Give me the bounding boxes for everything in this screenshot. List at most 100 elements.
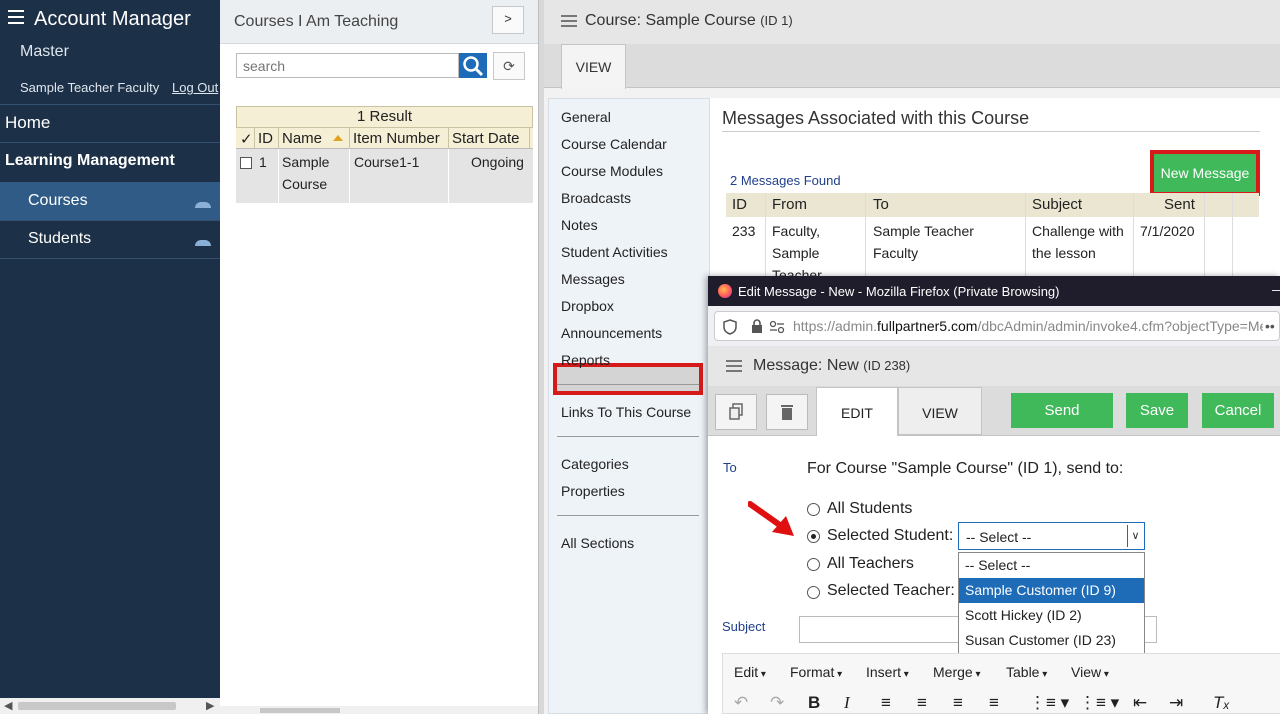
option-sample-customer[interactable]: Sample Customer (ID 9) [959, 578, 1144, 603]
column-id[interactable]: ID [258, 130, 273, 147]
option-scott-hickey[interactable]: Scott Hickey (ID 2) [959, 603, 1144, 628]
horizontal-scrollbar[interactable]: ◀ ▶ [0, 698, 220, 714]
message-subject-line1[interactable]: Challenge with [1032, 220, 1124, 242]
option-susan-customer[interactable]: Susan Customer (ID 23) [959, 628, 1144, 653]
tab-view[interactable]: VIEW [561, 44, 626, 89]
column-sent[interactable]: Sent [1164, 196, 1195, 213]
column-to[interactable]: To [873, 196, 889, 213]
lock-icon[interactable] [751, 319, 763, 334]
horizontal-scrollbar[interactable] [220, 706, 538, 714]
url-field[interactable]: https://admin.fullpartner5.com/dbcAdmin/… [714, 311, 1280, 341]
menu-icon[interactable] [561, 15, 577, 30]
column-name[interactable]: Name [282, 130, 322, 147]
align-center-icon[interactable]: ≡ [917, 693, 927, 713]
save-button[interactable]: Save [1126, 393, 1188, 428]
bold-icon[interactable]: B [808, 693, 820, 713]
sidenav-links-to-this-course[interactable]: Links To This Course [561, 404, 691, 420]
clear-format-icon[interactable]: Tₓ [1213, 693, 1230, 713]
sidenav-course-modules[interactable]: Course Modules [561, 163, 663, 179]
redo-icon[interactable]: ↷ [770, 693, 784, 713]
tab-view[interactable]: VIEW [898, 387, 982, 435]
menu-format[interactable]: Format [790, 664, 842, 680]
tab-edit[interactable]: EDIT [816, 387, 898, 436]
permissions-icon[interactable] [769, 320, 785, 334]
align-right-icon[interactable]: ≡ [953, 693, 963, 713]
italic-icon[interactable]: I [844, 693, 850, 713]
expand-button[interactable]: > [492, 6, 524, 34]
refresh-button[interactable]: ⟳ [493, 52, 525, 80]
sidenav-student-activities[interactable]: Student Activities [561, 244, 668, 260]
search-input[interactable] [236, 53, 459, 78]
radio-all-students-label[interactable]: All Students [827, 500, 912, 518]
search-button[interactable] [459, 53, 487, 78]
chevron-down-icon[interactable]: ∨ [1127, 525, 1143, 547]
student-select[interactable]: -- Select -- ∨ [958, 522, 1145, 550]
sidenav-dropbox[interactable]: Dropbox [561, 298, 614, 314]
scroll-left-icon[interactable]: ◀ [4, 699, 12, 712]
sidebar-item-courses-label[interactable]: Courses [28, 192, 88, 210]
scroll-thumb[interactable] [260, 708, 340, 713]
table-row[interactable]: 1 Sample Course Course1-1 Ongoing [236, 149, 533, 203]
sidebar-item-students[interactable]: Students [28, 230, 91, 248]
indent-icon[interactable]: ⇥ [1169, 693, 1183, 713]
radio-all-students[interactable] [807, 503, 820, 516]
nav-home[interactable]: Home [5, 113, 50, 133]
column-item-number[interactable]: Item Number [353, 130, 440, 147]
sidenav-messages[interactable]: Messages [561, 271, 625, 287]
sidenav-notes[interactable]: Notes [561, 217, 598, 233]
sidenav-reports[interactable]: Reports [561, 352, 610, 368]
column-id[interactable]: ID [732, 196, 747, 213]
message-subject-line2[interactable]: the lesson [1032, 242, 1096, 264]
row-checkbox[interactable] [240, 157, 252, 169]
scroll-right-icon[interactable]: ▶ [206, 699, 214, 712]
minimize-icon[interactable]: — [1272, 282, 1280, 297]
shield-icon[interactable] [723, 319, 737, 335]
undo-icon[interactable]: ↶ [734, 693, 748, 713]
radio-selected-teacher-label[interactable]: Selected Teacher: [827, 582, 955, 600]
sidenav-categories[interactable]: Categories [561, 456, 629, 472]
sidenav-course-calendar[interactable]: Course Calendar [561, 136, 667, 152]
sidenav-announcements[interactable]: Announcements [561, 325, 662, 341]
radio-selected-student-label[interactable]: Selected Student: [827, 527, 953, 545]
radio-all-teachers-label[interactable]: All Teachers [827, 555, 914, 573]
delete-button[interactable] [766, 394, 808, 430]
row-name-line1[interactable]: Sample [282, 151, 329, 173]
menu-edit[interactable]: Edit [734, 664, 766, 680]
divider [0, 220, 220, 221]
nav-section-learning-management[interactable]: Learning Management [5, 152, 175, 170]
copy-button[interactable] [715, 394, 757, 430]
logout-link[interactable]: Log Out [172, 80, 218, 95]
radio-all-teachers[interactable] [807, 558, 820, 571]
send-button[interactable]: Send [1011, 393, 1113, 428]
menu-view[interactable]: View [1071, 664, 1109, 680]
radio-selected-student[interactable] [807, 530, 820, 543]
table-row[interactable]: 233 Faculty, Sample Teacher Sample Teach… [726, 218, 1259, 283]
numbered-list-icon[interactable]: ⋮≡ ▾ [1079, 693, 1119, 713]
cancel-button[interactable]: Cancel [1202, 393, 1274, 428]
new-message-button[interactable]: New Message [1154, 154, 1256, 192]
align-justify-icon[interactable]: ≡ [989, 693, 999, 713]
column-from[interactable]: From [772, 196, 807, 213]
menu-table[interactable]: Table [1006, 664, 1047, 680]
scroll-thumb[interactable] [18, 702, 176, 710]
sidenav-broadcasts[interactable]: Broadcasts [561, 190, 631, 206]
sidenav-general[interactable]: General [561, 109, 611, 125]
menu-merge[interactable]: Merge [933, 664, 981, 680]
sidenav-properties[interactable]: Properties [561, 483, 625, 499]
menu-icon[interactable] [726, 360, 742, 375]
row-name-line2[interactable]: Course [282, 173, 327, 195]
align-left-icon[interactable]: ≡ [881, 693, 891, 713]
column-check[interactable]: ✓ [240, 130, 253, 148]
menu-insert[interactable]: Insert [866, 664, 909, 680]
url-domain: fullpartner5.com [877, 318, 978, 334]
outdent-icon[interactable]: ⇤ [1133, 693, 1147, 713]
window-titlebar[interactable]: Edit Message - New - Mozilla Firefox (Pr… [708, 276, 1280, 306]
column-start-date[interactable]: Start Date [452, 130, 520, 147]
more-icon[interactable]: •• [1265, 318, 1275, 334]
radio-selected-teacher[interactable] [807, 586, 820, 599]
bullet-list-icon[interactable]: ⋮≡ ▾ [1029, 693, 1069, 713]
menu-icon[interactable] [8, 10, 24, 24]
sidenav-all-sections[interactable]: All Sections [561, 535, 634, 551]
option-select[interactable]: -- Select -- [959, 553, 1144, 578]
column-subject[interactable]: Subject [1032, 196, 1082, 213]
